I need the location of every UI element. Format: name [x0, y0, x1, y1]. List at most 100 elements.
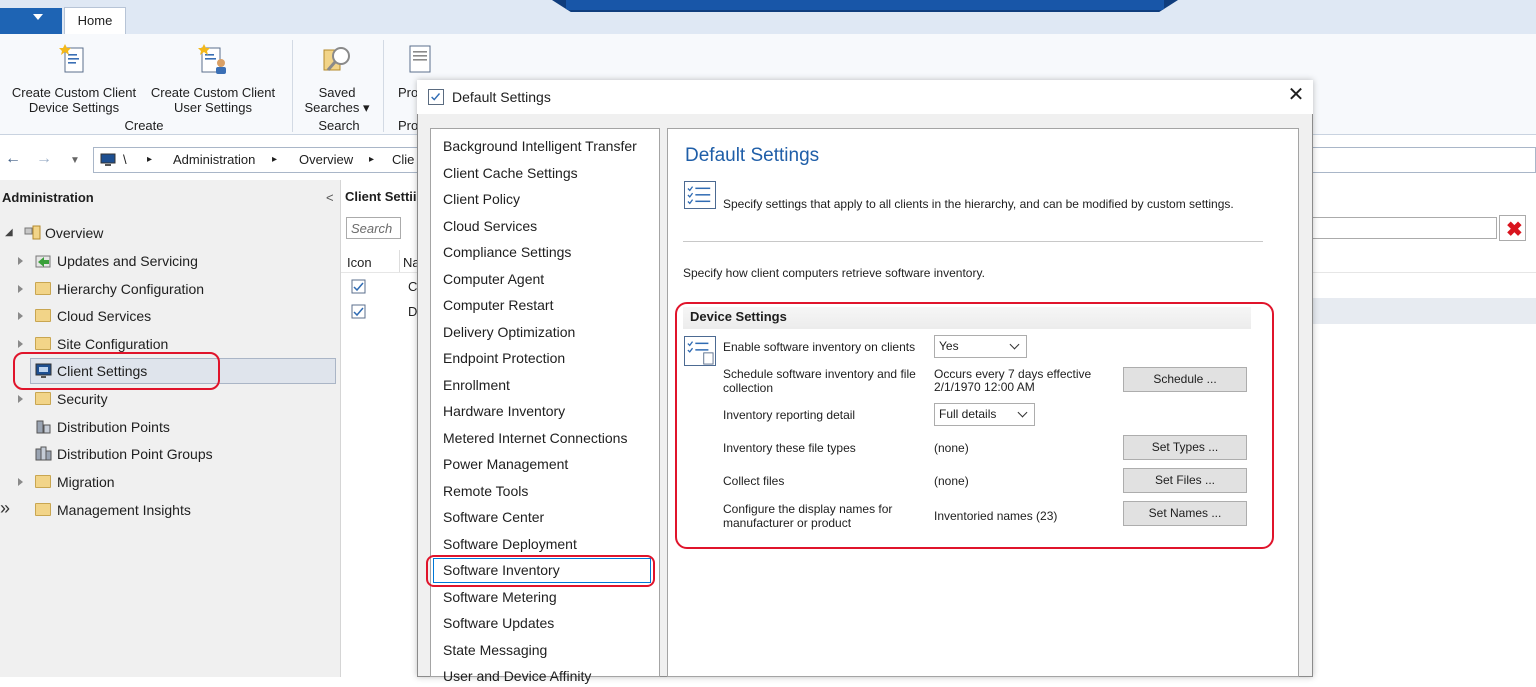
collapsed-arrow-icon[interactable] — [18, 478, 23, 486]
crumb-administration[interactable]: Administration — [173, 152, 255, 167]
collapsed-arrow-icon[interactable] — [18, 312, 23, 320]
category-item[interactable]: Computer Restart — [443, 294, 553, 316]
tree-item-label: Overview — [45, 225, 104, 241]
window-title-decoration — [552, 0, 1178, 12]
client-settings-item-icon — [351, 279, 366, 294]
category-item[interactable]: User and Device Affinity — [443, 665, 591, 687]
tree-item-management-insights[interactable]: Management Insights — [18, 497, 318, 523]
dialog-title-bar[interactable] — [417, 80, 1313, 114]
category-item[interactable]: Software Center — [443, 506, 544, 528]
properties-icon — [409, 45, 431, 73]
crumb-separator-icon[interactable]: ▸ — [369, 154, 374, 165]
updates-icon — [35, 255, 51, 268]
category-item[interactable]: Compliance Settings — [443, 241, 571, 263]
category-item[interactable]: Cloud Services — [443, 215, 537, 237]
crumb-overview[interactable]: Overview — [299, 152, 353, 167]
category-item[interactable]: Enrollment — [443, 374, 510, 396]
category-item[interactable]: Metered Internet Connections — [443, 427, 627, 449]
expand-pane-icon[interactable]: » — [0, 498, 10, 519]
user-settings-icon — [198, 44, 226, 74]
saved-search-icon — [323, 47, 350, 71]
crumb-separator-icon[interactable]: ▸ — [147, 154, 152, 165]
clear-search-button[interactable]: ✖ — [1499, 215, 1526, 241]
folder-icon — [35, 282, 51, 295]
distribution-point-icon — [36, 420, 51, 434]
tree-item-label: Cloud Services — [57, 308, 152, 324]
saved-searches-button[interactable]: Saved Searches ▾ — [298, 42, 376, 115]
panel-title: Default Settings — [685, 145, 820, 166]
client-settings-callout — [13, 352, 220, 390]
dialog-settings-icon — [428, 89, 444, 105]
software-inventory-callout — [426, 555, 655, 587]
category-item[interactable]: Delivery Optimization — [443, 321, 575, 343]
saved-searches-label-line2: Searches ▾ — [304, 100, 370, 115]
overview-icon — [24, 225, 41, 240]
crumb-root[interactable]: \ — [123, 152, 127, 167]
table-row[interactable]: C — [341, 276, 421, 298]
file-menu-tab[interactable] — [0, 8, 62, 34]
category-item[interactable]: Client Cache Settings — [443, 162, 578, 184]
category-item[interactable]: Power Management — [443, 453, 568, 475]
panel-intro-text: Specify how client computers retrieve so… — [683, 266, 985, 280]
tree-item-cloud-services[interactable]: Cloud Services — [18, 303, 318, 329]
column-header-icon[interactable]: Icon — [347, 255, 372, 270]
selected-row-highlight — [1296, 298, 1536, 324]
category-item[interactable]: Hardware Inventory — [443, 400, 565, 422]
tree-item-label: Hierarchy Configuration — [57, 281, 205, 297]
results-pane-title: Client Settii — [345, 189, 417, 204]
close-icon[interactable]: ✕ — [1285, 84, 1307, 106]
tree-item-distribution-points[interactable]: Distribution Points — [18, 414, 318, 440]
crumb-separator-icon[interactable]: ▸ — [272, 154, 277, 165]
table-row[interactable]: D — [341, 301, 421, 323]
category-item[interactable]: Endpoint Protection — [443, 347, 565, 369]
create-user-label-line1: Create Custom Client — [150, 85, 276, 100]
category-item[interactable]: Software Metering — [443, 586, 557, 608]
category-item[interactable]: State Messaging — [443, 639, 547, 661]
tree-item-label: Migration — [57, 474, 115, 490]
navigation-pane-title: Administration — [2, 190, 94, 205]
category-item[interactable]: Background Intelligent Transfer — [443, 135, 637, 157]
back-arrow-icon[interactable]: ← — [5, 150, 21, 168]
category-item[interactable]: Software Deployment — [443, 533, 577, 555]
category-item[interactable]: Client Policy — [443, 188, 520, 210]
tree-item-hierarchy-configuration[interactable]: Hierarchy Configuration — [18, 276, 318, 302]
collapsed-arrow-icon[interactable] — [18, 257, 23, 265]
panel-description: Specify settings that apply to all clien… — [723, 197, 1234, 211]
collapse-pane-icon[interactable]: < — [326, 190, 334, 205]
category-item[interactable]: Software Updates — [443, 612, 554, 634]
history-dropdown-icon[interactable]: ▼ — [70, 155, 80, 166]
folder-icon — [35, 475, 51, 488]
folder-icon — [35, 503, 51, 516]
table-cell-name: C — [408, 279, 418, 294]
collapsed-arrow-icon[interactable] — [18, 395, 23, 403]
tree-item-label: Management Insights — [57, 502, 191, 518]
tree-item-label: Distribution Point Groups — [57, 446, 213, 462]
close-icon: ✖ — [1506, 219, 1523, 241]
collapsed-arrow-icon[interactable] — [18, 340, 23, 348]
ribbon-separator — [292, 40, 293, 132]
group-search-label: Search — [318, 118, 360, 133]
create-custom-client-device-settings-button[interactable]: Create Custom Client Device Settings — [6, 42, 142, 115]
default-settings-item-icon — [351, 304, 366, 319]
create-device-label-line2: Device Settings — [28, 100, 120, 115]
tree-item-distribution-point-groups[interactable]: Distribution Point Groups — [18, 441, 318, 467]
folder-icon — [35, 392, 51, 405]
tree-item-updates-servicing[interactable]: Updates and Servicing — [18, 248, 318, 274]
tree-item-overview[interactable]: ◢ Overview — [5, 220, 305, 246]
create-custom-client-user-settings-button[interactable]: Create Custom Client User Settings — [146, 42, 280, 115]
folder-icon — [35, 309, 51, 322]
search-input[interactable]: Search — [346, 217, 401, 239]
group-create-label: Create — [124, 118, 164, 133]
forward-arrow-icon[interactable]: → — [36, 150, 52, 168]
folder-icon — [35, 337, 51, 350]
tree-item-label: Updates and Servicing — [57, 253, 198, 269]
expanded-arrow-icon[interactable]: ◢ — [5, 220, 13, 246]
collapsed-arrow-icon[interactable] — [18, 285, 23, 293]
tree-item-migration[interactable]: Migration — [18, 469, 318, 495]
search-placeholder: Search — [351, 221, 393, 236]
table-cell-name: D — [408, 304, 418, 319]
category-item[interactable]: Remote Tools — [443, 480, 528, 502]
tab-home[interactable]: Home — [64, 7, 126, 35]
crumb-client-settings[interactable]: Clie — [392, 152, 414, 167]
category-item[interactable]: Computer Agent — [443, 268, 544, 290]
